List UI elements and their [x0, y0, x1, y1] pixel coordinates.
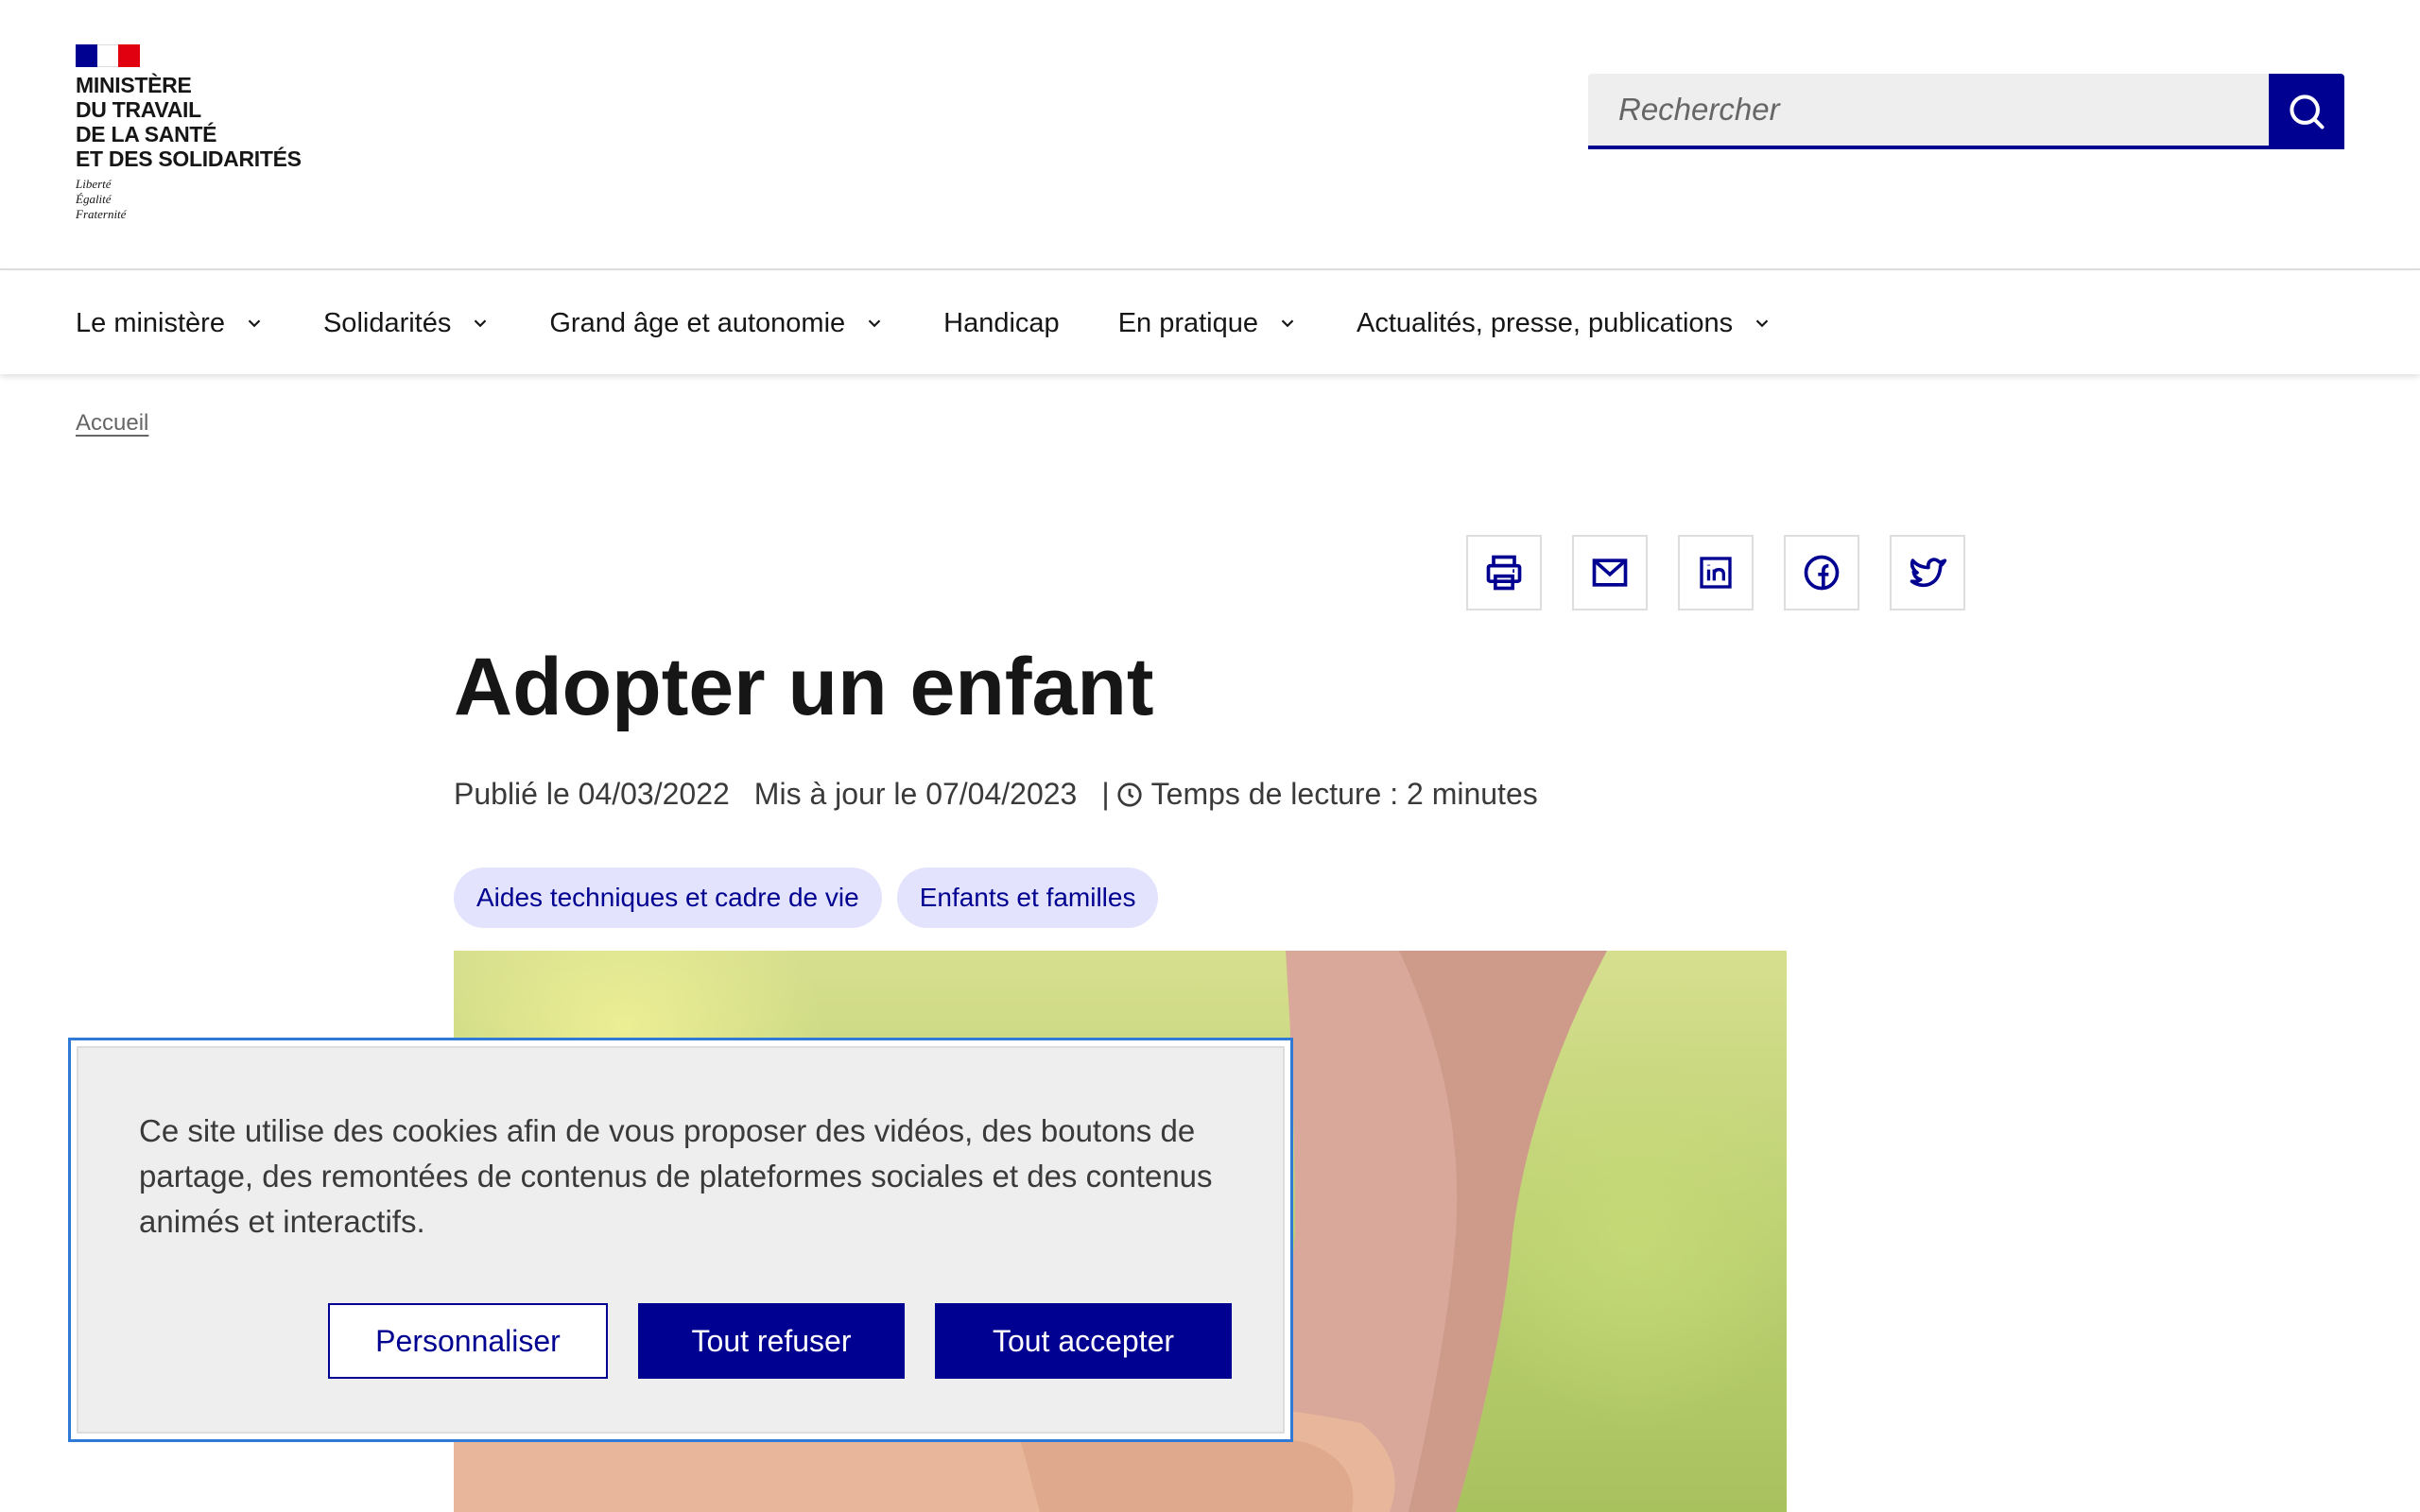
share-mail-button[interactable]: [1572, 535, 1648, 610]
nav-item-label: En pratique: [1117, 307, 1259, 338]
nav-item-label: Solidarités: [322, 307, 452, 338]
published-date: Publié le 04/03/2022: [454, 777, 730, 811]
chevron-down-icon: [1752, 313, 1772, 334]
share-linkedin-button[interactable]: [1678, 535, 1754, 610]
republic-motto: Liberté Égalité Fraternité: [76, 177, 127, 221]
linkedin-icon: [1700, 557, 1732, 589]
clock-icon: [1115, 781, 1144, 809]
main-navigation: Le ministère Solidarités Grand âge et au…: [0, 272, 2420, 374]
print-icon: [1486, 555, 1522, 591]
nav-item-actualites[interactable]: Actualités, presse, publications: [1357, 308, 1772, 339]
search-icon: [2290, 94, 2325, 129]
nav-item-handicap[interactable]: Handicap: [943, 308, 1060, 339]
marianne-flag-icon: [76, 44, 141, 67]
nav-item-label: Actualités, presse, publications: [1357, 307, 1734, 338]
cookie-consent-banner: Ce site utilise des cookies afin de vous…: [68, 1038, 1293, 1442]
nav-item-label: Handicap: [943, 307, 1060, 338]
print-button[interactable]: [1466, 535, 1542, 610]
article-tags: Aides techniques et cadre de vie Enfants…: [454, 868, 1159, 928]
cookie-banner-text: Ce site utilise des cookies afin de vous…: [139, 1113, 1213, 1239]
reading-time: Temps de lecture : 2 minutes: [1150, 777, 1538, 811]
twitter-icon: [1910, 558, 1947, 588]
cookie-actions: Personnaliser Tout refuser Tout accepter: [328, 1303, 1232, 1379]
nav-item-solidarites[interactable]: Solidarités: [323, 308, 491, 339]
site-header: MINISTÈRE DU TRAVAIL DE LA SANTÉ ET DES …: [0, 0, 2420, 270]
article-meta: Publié le 04/03/2022 Mis à jour le 07/04…: [454, 777, 1538, 812]
nav-item-en-pratique[interactable]: En pratique: [1118, 308, 1298, 339]
cookie-banner-body: Ce site utilise des cookies afin de vous…: [77, 1046, 1285, 1434]
customize-cookies-button[interactable]: Personnaliser: [328, 1303, 608, 1379]
ministry-logo[interactable]: MINISTÈRE DU TRAVAIL DE LA SANTÉ ET DES …: [76, 44, 321, 222]
meta-separator: |: [1101, 777, 1110, 811]
chevron-down-icon: [1277, 313, 1298, 334]
facebook-icon: [1804, 555, 1840, 591]
ministry-name: MINISTÈRE DU TRAVAIL DE LA SANTÉ ET DES …: [76, 73, 302, 171]
share-twitter-button[interactable]: [1890, 535, 1965, 610]
search-button[interactable]: [2269, 74, 2344, 149]
search-bar: [1588, 74, 2344, 149]
breadcrumb-home-link[interactable]: Accueil: [76, 410, 148, 437]
chevron-down-icon: [470, 313, 491, 334]
updated-date: Mis à jour le 07/04/2023: [753, 777, 1078, 811]
refuse-all-cookies-button[interactable]: Tout refuser: [638, 1303, 905, 1379]
nav-item-grand-age[interactable]: Grand âge et autonomie: [549, 308, 885, 339]
chevron-down-icon: [864, 313, 885, 334]
nav-item-ministere[interactable]: Le ministère: [76, 308, 265, 339]
share-facebook-button[interactable]: [1784, 535, 1859, 610]
search-input[interactable]: [1588, 74, 2269, 149]
share-toolbar: [1466, 535, 1965, 610]
nav-item-label: Grand âge et autonomie: [549, 307, 846, 338]
tag-aides-techniques[interactable]: Aides techniques et cadre de vie: [454, 868, 882, 928]
nav-item-label: Le ministère: [76, 307, 225, 338]
mail-icon: [1592, 558, 1628, 587]
accept-all-cookies-button[interactable]: Tout accepter: [935, 1303, 1232, 1379]
chevron-down-icon: [244, 313, 265, 334]
tag-enfants-familles[interactable]: Enfants et familles: [896, 868, 1159, 928]
page-title: Adopter un enfant: [454, 642, 1154, 732]
